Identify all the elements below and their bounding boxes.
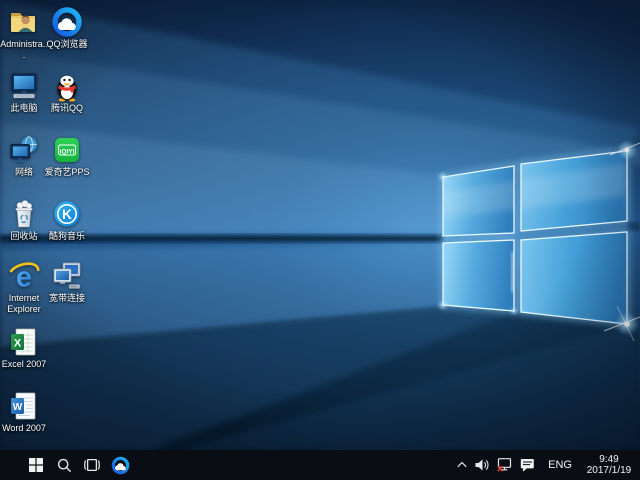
desktop-icon-kugou-music[interactable]: K 酷狗音乐 [44, 198, 90, 242]
windows-logo-icon [29, 458, 43, 472]
icon-label: Excel 2007 [0, 359, 48, 370]
volume-button[interactable] [471, 450, 493, 480]
action-center-icon [520, 458, 535, 472]
clock-date: 2017/1/19 [584, 465, 634, 477]
network-disconnected-icon [497, 458, 512, 472]
icon-label: 酷狗音乐 [43, 231, 91, 242]
qq-penguin-icon [51, 70, 83, 102]
desktop-icon-iqiyi-pps[interactable]: iQIYI 爱奇艺PPS [44, 134, 90, 178]
taskbar: ENG 9:49 2017/1/19 [0, 450, 640, 480]
icon-label: 网络 [0, 167, 48, 178]
desktop-icon-qq-browser[interactable]: QQ浏览器 [44, 6, 90, 50]
wallpaper-art [0, 0, 640, 450]
search-button[interactable] [50, 450, 78, 480]
screen: Administra... QQ浏览器 [0, 0, 640, 480]
svg-text:W: W [13, 402, 23, 413]
word-icon: W [8, 390, 40, 422]
user-folder-icon [8, 6, 40, 38]
excel-icon: X [8, 326, 40, 358]
desktop[interactable]: Administra... QQ浏览器 [0, 0, 640, 450]
icon-label: QQ浏览器 [43, 39, 91, 50]
chevron-up-icon [457, 461, 467, 469]
desktop-icon-tencent-qq[interactable]: 腾讯QQ [44, 70, 90, 114]
network-disconnected-button[interactable] [493, 450, 516, 480]
language-indicator[interactable]: ENG [539, 450, 581, 480]
taskbar-left [0, 450, 134, 480]
icon-label: Internet Explorer [0, 293, 48, 314]
this-pc-icon [8, 70, 40, 102]
desktop-icon-excel-2007[interactable]: X Excel 2007 [1, 326, 47, 370]
start-button[interactable] [22, 450, 50, 480]
recycle-bin-icon [8, 198, 40, 230]
taskbar-qq-browser-button[interactable] [106, 450, 134, 480]
icon-label: 爱奇艺PPS [43, 167, 91, 178]
kugou-icon: K [51, 198, 83, 230]
search-icon [57, 458, 72, 473]
speaker-icon [475, 459, 489, 471]
broadband-icon [51, 260, 83, 292]
icon-label: 回收站 [0, 231, 48, 242]
desktop-icon-internet-explorer[interactable]: e Internet Explorer [1, 260, 47, 314]
action-center-button[interactable] [516, 450, 539, 480]
desktop-icon-word-2007[interactable]: W Word 2007 [1, 390, 47, 434]
desktop-icon-network[interactable]: 网络 [1, 134, 47, 178]
icon-label: Word 2007 [0, 423, 48, 434]
desktop-icon-this-pc[interactable]: 此电脑 [1, 70, 47, 114]
icon-label: 此电脑 [0, 103, 48, 114]
desktop-icon-broadband[interactable]: 宽带连接 [44, 260, 90, 304]
desktop-icon-recycle-bin[interactable]: 回收站 [1, 198, 47, 242]
task-view-button[interactable] [78, 450, 106, 480]
icon-label: 宽带连接 [43, 293, 91, 304]
task-view-icon [84, 457, 100, 473]
svg-text:X: X [14, 338, 22, 350]
icon-label: Administra... [0, 39, 48, 60]
ie-icon: e [8, 260, 40, 292]
qq-browser-icon [111, 456, 130, 475]
clock[interactable]: 9:49 2017/1/19 [581, 450, 640, 480]
network-globe-icon [8, 134, 40, 166]
svg-text:K: K [62, 207, 72, 222]
icon-label: 腾讯QQ [43, 103, 91, 114]
wallpaper-windows-hero [0, 0, 640, 450]
desktop-icon-administrator[interactable]: Administra... [1, 6, 47, 60]
clock-time: 9:49 [584, 454, 634, 466]
iqiyi-icon: iQIYI [51, 134, 83, 166]
show-hidden-icons-button[interactable] [453, 450, 471, 480]
system-tray: ENG 9:49 2017/1/19 [453, 450, 640, 480]
qq-browser-icon [51, 6, 83, 38]
svg-text:iQIYI: iQIYI [59, 148, 74, 155]
